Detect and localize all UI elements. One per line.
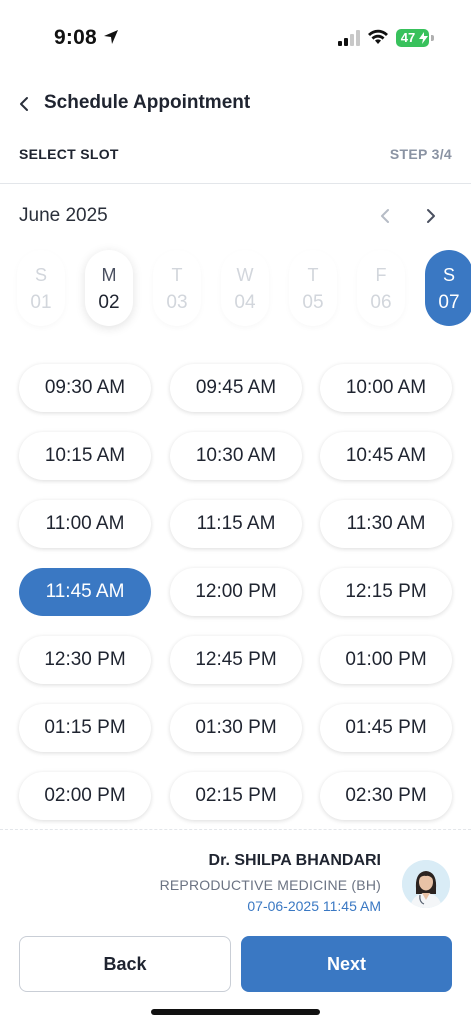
doctor-specialty: REPRODUCTIVE MEDICINE (BH)	[159, 877, 381, 893]
day-number: 01	[30, 292, 52, 313]
section-label: SELECT SLOT	[19, 146, 119, 162]
day-pill[interactable]: T 03	[153, 250, 201, 326]
time-slot-button[interactable]: 10:00 AM	[320, 364, 452, 412]
appointment-datetime: 07-06-2025 11:45 AM	[247, 898, 381, 914]
step-row: SELECT SLOT STEP 3/4	[0, 144, 471, 168]
back-button[interactable]: Back	[19, 936, 231, 992]
month-label: June 2025	[19, 205, 108, 226]
battery-tip	[431, 35, 434, 41]
day-of-week: S	[442, 265, 455, 285]
status-time: 9:08	[54, 26, 97, 49]
time-slot-button[interactable]: 09:45 AM	[170, 364, 302, 412]
day-strip: S 01 M 02 T 03 W 04 T 05 F 06 S 07	[0, 250, 471, 328]
time-slot-button[interactable]: 11:00 AM	[19, 500, 151, 548]
day-of-week: M	[101, 265, 117, 285]
time-slot-button[interactable]: 02:30 PM	[320, 772, 452, 820]
time-slot-button[interactable]: 09:30 AM	[19, 364, 151, 412]
day-pill[interactable]: S 01	[17, 250, 65, 326]
battery-level: 47	[400, 30, 416, 45]
time-slot-button[interactable]: 10:45 AM	[320, 432, 452, 480]
time-slot-button[interactable]: 01:45 PM	[320, 704, 452, 752]
footer-divider	[0, 829, 471, 830]
doctor-avatar	[402, 860, 450, 908]
time-slot-button[interactable]: 12:30 PM	[19, 636, 151, 684]
time-slot-button[interactable]: 12:15 PM	[320, 568, 452, 616]
home-indicator[interactable]	[151, 1009, 320, 1015]
step-indicator: STEP 3/4	[389, 146, 452, 162]
next-button[interactable]: Next	[241, 936, 452, 992]
location-arrow-icon	[104, 30, 118, 44]
day-number: 07	[438, 292, 460, 313]
time-slot-button[interactable]: 12:45 PM	[170, 636, 302, 684]
previous-month-chevron-icon[interactable]	[376, 206, 394, 226]
time-slot-button[interactable]: 02:00 PM	[19, 772, 151, 820]
day-pill[interactable]: S 07	[425, 250, 471, 326]
time-slot-button[interactable]: 11:15 AM	[170, 500, 302, 548]
charging-bolt-icon	[419, 32, 428, 44]
time-slot-button[interactable]: 01:30 PM	[170, 704, 302, 752]
day-of-week: W	[236, 265, 254, 285]
header-divider	[0, 183, 471, 184]
day-pill[interactable]: W 04	[221, 250, 269, 326]
time-slot-button[interactable]: 10:30 AM	[170, 432, 302, 480]
doctor-portrait-icon	[402, 860, 450, 908]
time-slot-button[interactable]: 01:15 PM	[19, 704, 151, 752]
cellular-signal-icon	[338, 30, 360, 46]
time-slot-button[interactable]: 12:00 PM	[170, 568, 302, 616]
day-pill[interactable]: M 02	[85, 250, 133, 326]
wifi-icon	[368, 29, 388, 44]
time-slot-button[interactable]: 01:00 PM	[320, 636, 452, 684]
day-pill[interactable]: F 06	[357, 250, 405, 326]
app-header: Schedule Appointment	[0, 84, 471, 126]
time-slot-button[interactable]: 11:30 AM	[320, 500, 452, 548]
page-title: Schedule Appointment	[44, 92, 251, 113]
day-number: 03	[166, 292, 188, 313]
back-chevron-icon[interactable]	[16, 94, 32, 114]
day-number: 02	[98, 292, 120, 313]
doctor-name: Dr. SHILPA BHANDARI	[208, 852, 381, 869]
battery-icon: 47	[396, 29, 429, 47]
next-month-chevron-icon[interactable]	[422, 206, 440, 226]
time-slot-button[interactable]: 02:15 PM	[170, 772, 302, 820]
day-of-week: S	[34, 265, 47, 285]
day-number: 06	[370, 292, 392, 313]
day-of-week: T	[307, 265, 319, 285]
status-bar: 9:08 47	[0, 0, 471, 70]
day-number: 05	[302, 292, 324, 313]
day-of-week: T	[171, 265, 183, 285]
time-slot-button[interactable]: 10:15 AM	[19, 432, 151, 480]
day-number: 04	[234, 292, 256, 313]
time-slot-button[interactable]: 11:45 AM	[19, 568, 151, 616]
day-of-week: F	[375, 265, 387, 285]
day-pill[interactable]: T 05	[289, 250, 337, 326]
